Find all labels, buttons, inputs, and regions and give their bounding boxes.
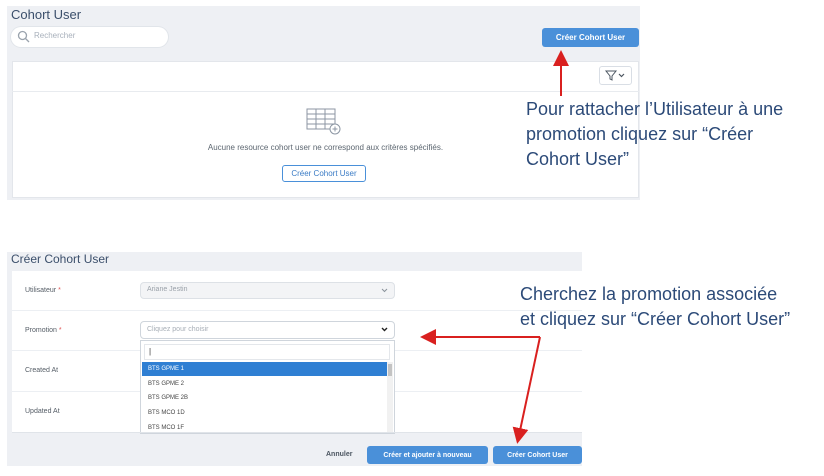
filter-button[interactable] — [599, 66, 632, 85]
filter-icon — [604, 70, 625, 81]
form-title: Créer Cohort User — [11, 252, 110, 266]
create-cohort-user-button[interactable]: Créer Cohort User — [542, 28, 639, 47]
dropdown-search-input[interactable]: | — [144, 344, 390, 360]
search-input[interactable]: Rechercher — [11, 27, 168, 47]
dropdown-option[interactable]: BTS MCO 1D — [142, 406, 388, 420]
required-marker: * — [58, 327, 62, 334]
dropdown-scrollbar[interactable] — [387, 362, 393, 433]
search-icon — [17, 30, 30, 43]
utilisateur-label-text: Utilisateur — [25, 287, 57, 294]
create-and-add-again-button[interactable]: Créer et ajouter à nouveau — [367, 446, 488, 464]
row-divider — [12, 310, 582, 311]
table-add-icon — [306, 108, 341, 135]
annotation-line: Pour rattacher l’Utilisateur à une — [526, 99, 784, 119]
dropdown-option[interactable]: BTS GPME 2 — [142, 377, 388, 391]
promotion-select[interactable]: Cliquez pour choisir — [140, 321, 395, 339]
promotion-dropdown[interactable]: | BTS GPME 1 BTS GPME 2 BTS GPME 2B BTS … — [140, 340, 395, 434]
updated-at-label: Updated At — [25, 408, 60, 415]
annotation-line: promotion cliquez sur “Créer — [526, 124, 754, 144]
utilisateur-label: Utilisateur * — [25, 287, 61, 294]
chevron-down-icon — [381, 288, 388, 293]
create-cohort-user-submit-button[interactable]: Créer Cohort User — [493, 446, 582, 464]
search-placeholder: Rechercher — [34, 31, 76, 40]
utilisateur-value: Ariane Jestin — [147, 286, 188, 293]
dropdown-option[interactable]: BTS GPME 1 — [142, 362, 388, 376]
annotation-line: Cherchez la promotion associée — [520, 284, 778, 304]
required-marker: * — [58, 287, 61, 294]
scrollbar-thumb[interactable] — [388, 364, 392, 376]
annotation-note-1: Pour rattacher l’Utilisateur à une promo… — [526, 97, 783, 172]
empty-state-create-button[interactable]: Créer Cohort User — [282, 165, 366, 182]
annotation-line: Cohort User” — [526, 149, 630, 169]
created-at-label: Created At — [25, 367, 59, 374]
promotion-placeholder: Cliquez pour choisir — [147, 326, 209, 333]
annotation-line: et cliquez sur “Créer Cohort User” — [520, 309, 791, 329]
annotation-note-2: Cherchez la promotion associée et clique… — [520, 282, 790, 332]
page-title: Cohort User — [11, 7, 82, 22]
cancel-button[interactable]: Annuler — [326, 451, 352, 458]
promotion-label-text: Promotion — [25, 327, 57, 334]
chevron-down-icon — [381, 327, 388, 332]
dropdown-option[interactable]: BTS GPME 2B — [142, 391, 388, 405]
table-toolbar — [12, 61, 639, 92]
utilisateur-select[interactable]: Ariane Jestin — [140, 282, 395, 299]
text-cursor: | — [149, 347, 152, 356]
footer-divider — [12, 432, 582, 433]
promotion-label: Promotion * — [25, 327, 62, 334]
